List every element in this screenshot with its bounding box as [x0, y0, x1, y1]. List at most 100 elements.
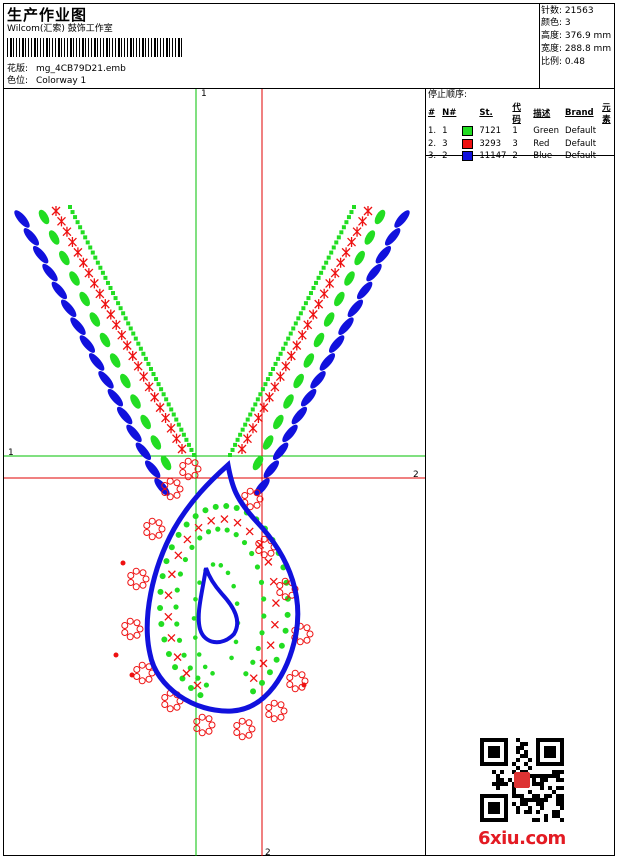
qr-module	[520, 798, 524, 802]
green-paisley-dot	[224, 527, 230, 533]
green-paisley-dot	[157, 588, 164, 595]
green-chain-dot	[346, 215, 351, 220]
qr-module	[532, 798, 536, 802]
red-cross	[266, 641, 275, 650]
green-leaf	[89, 312, 101, 327]
red-cross	[111, 319, 121, 330]
blue-leaf	[300, 388, 317, 407]
stop-sequence-heading: 停止顺序:	[428, 90, 468, 100]
green-chain-dot	[171, 412, 176, 417]
green-paisley-dot	[202, 664, 208, 670]
green-chain-dot	[169, 407, 174, 412]
qr-module	[536, 782, 540, 786]
green-chain-dot	[308, 291, 313, 296]
red-cross	[139, 371, 149, 382]
red-cross	[177, 444, 187, 454]
red-scallop-loop	[205, 715, 213, 723]
green-paisley-dot	[172, 664, 179, 671]
red-scallop-loop	[246, 487, 254, 495]
green-chain-dot	[174, 417, 179, 422]
green-paisley-dot	[174, 587, 180, 593]
green-chain-dot	[133, 336, 138, 341]
green-chain-dot	[276, 356, 281, 361]
red-cross	[347, 237, 357, 248]
qr-code	[480, 738, 564, 822]
green-chain-dot	[88, 245, 93, 250]
green-paisley-dot	[195, 675, 201, 681]
green-paisley-dot	[261, 613, 267, 619]
qr-module	[520, 742, 524, 746]
green-chain-dot	[108, 285, 113, 290]
green-chain-dot	[283, 341, 288, 346]
red-scallop-loop	[143, 522, 151, 530]
qr-module	[548, 794, 552, 798]
col-code: 代码	[512, 103, 521, 125]
green-paisley-dot	[165, 650, 172, 657]
green-chain-dot	[230, 447, 235, 452]
red-scallop-loop	[198, 729, 206, 737]
red-scallop-loop	[208, 721, 216, 729]
green-chain-dot	[80, 230, 85, 235]
qr-module	[560, 802, 564, 806]
qr-module	[512, 794, 516, 798]
qr-module	[536, 802, 540, 806]
green-chain-dot	[255, 397, 260, 402]
red-scallop-loop	[176, 485, 184, 493]
green-chain-dot	[105, 280, 110, 285]
green-chain-dot	[176, 422, 181, 427]
qr-module	[540, 786, 544, 790]
qr-module	[544, 814, 548, 818]
red-scallop-loop	[133, 666, 141, 674]
red-cross	[95, 288, 105, 299]
green-chain-dot	[118, 306, 123, 311]
page-title: 生产作业图	[7, 6, 88, 24]
green-chain-dot	[100, 270, 105, 275]
barcode	[7, 38, 183, 57]
green-leaf	[79, 291, 90, 307]
green-chain-dot	[314, 280, 319, 285]
green-chain-dot	[296, 316, 301, 321]
red-cross	[281, 361, 291, 372]
green-chain-dot	[341, 225, 346, 230]
blue-leaf	[319, 353, 336, 371]
qr-module	[540, 806, 544, 810]
qr-module	[500, 782, 504, 786]
red-scallop-loop	[143, 528, 151, 536]
red-scallop-loop	[198, 713, 206, 721]
green-paisley-dot	[243, 671, 249, 677]
green-chain-dot	[179, 427, 184, 432]
blue-leaf	[328, 335, 345, 353]
red-cross	[164, 591, 173, 600]
red-scallop-loop	[241, 492, 249, 500]
red-scallop-loop	[158, 525, 166, 533]
red-cross	[161, 412, 171, 423]
green-paisley-dot	[191, 616, 197, 621]
red-scallop-loop	[193, 718, 201, 726]
qr-module	[528, 790, 532, 794]
red-cross	[117, 330, 127, 341]
green-paisley-dot	[233, 532, 239, 538]
pattern-label: 花版:	[7, 64, 29, 74]
colorway-value: Colorway 1	[36, 76, 87, 86]
red-cross	[352, 226, 362, 237]
red-scallop-loop	[161, 694, 169, 702]
red-cross	[259, 402, 269, 413]
green-chain-dot	[281, 346, 286, 351]
green-chain-dot	[166, 402, 171, 407]
green-leaf	[160, 455, 172, 471]
green-paisley-dot	[175, 531, 182, 538]
green-paisley-dot	[233, 639, 239, 645]
green-paisley-dot	[176, 637, 183, 643]
red-cross	[264, 557, 273, 566]
green-chain-dot	[154, 377, 159, 382]
stat-height: 高度: 376.9 mm	[541, 31, 612, 41]
qr-finder-core	[488, 746, 500, 758]
red-scallop-dot	[113, 652, 119, 658]
green-chain-dot	[331, 245, 336, 250]
blue-leaf	[42, 263, 58, 282]
qr-module	[560, 798, 564, 802]
red-scallop-loop	[127, 578, 135, 586]
green-chain-dot	[293, 321, 298, 326]
red-scallop-loop	[286, 674, 294, 682]
embroidery-design	[4, 89, 425, 856]
